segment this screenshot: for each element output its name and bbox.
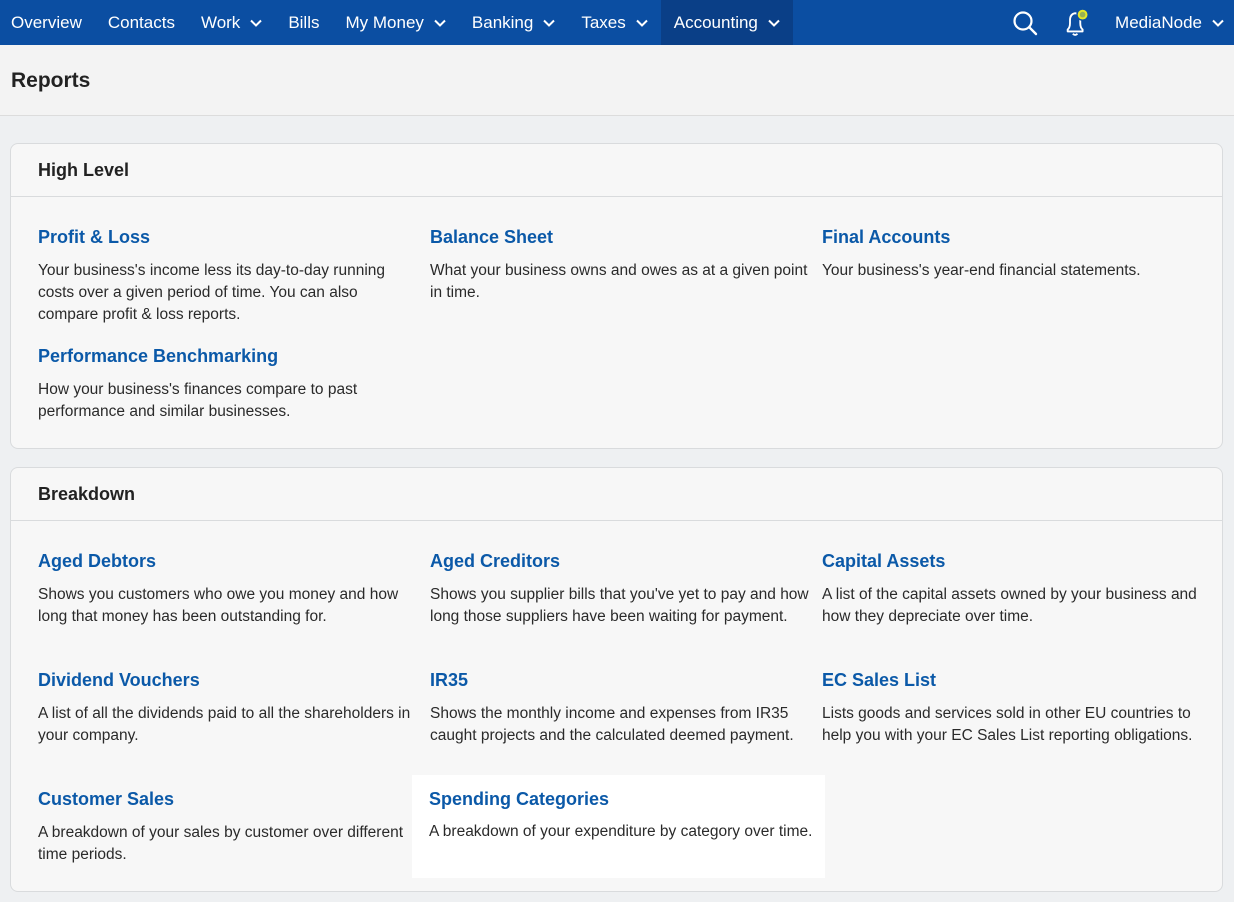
nav-item-label: Work	[200, 12, 241, 32]
account-name: MediaNode	[1115, 12, 1202, 32]
report-aged-creditors: Aged Creditors Shows you supplier bills …	[430, 551, 810, 628]
top-nav: Overview Contacts Work Bills My Money Ba…	[0, 0, 1234, 45]
report-ir35: IR35 Shows the monthly income and expens…	[430, 670, 810, 747]
chevron-down-icon	[1212, 19, 1224, 27]
report-description: A list of the capital assets owned by yo…	[822, 586, 1197, 625]
report-link[interactable]: EC Sales List	[822, 670, 1202, 691]
report-link[interactable]: Aged Debtors	[38, 551, 418, 572]
report-link[interactable]: Final Accounts	[822, 227, 1202, 248]
high-level-card: High Level Profit & Loss Your business's…	[10, 143, 1223, 449]
page-header: Reports	[0, 45, 1234, 116]
report-customer-sales: Customer Sales A breakdown of your sales…	[38, 789, 418, 866]
report-description: A list of all the dividends paid to all …	[38, 705, 411, 744]
report-description: Your business's year-end financial state…	[822, 262, 1141, 279]
chevron-down-icon	[250, 19, 263, 27]
report-capital-assets: Capital Assets A list of the capital ass…	[822, 551, 1202, 628]
nav-item-my-money[interactable]: My Money	[332, 0, 458, 45]
report-spending-categories[interactable]: Spending Categories A breakdown of your …	[412, 775, 825, 878]
report-link[interactable]: IR35	[430, 670, 810, 691]
nav-item-banking[interactable]: Banking	[459, 0, 568, 45]
report-description: Lists goods and services sold in other E…	[822, 705, 1193, 744]
report-description: Shows you supplier bills that you've yet…	[430, 586, 809, 625]
report-balance-sheet: Balance Sheet What your business owns an…	[430, 227, 810, 304]
nav-item-contacts[interactable]: Contacts	[95, 0, 188, 45]
nav-items: Overview Contacts Work Bills My Money Ba…	[0, 0, 793, 45]
report-aged-debtors: Aged Debtors Shows you customers who owe…	[38, 551, 418, 628]
report-link[interactable]: Customer Sales	[38, 789, 418, 810]
chevron-down-icon	[768, 19, 780, 27]
notifications-button[interactable]	[1063, 7, 1091, 37]
page-title: Reports	[11, 69, 91, 92]
report-link[interactable]: Dividend Vouchers	[38, 670, 418, 691]
search-icon	[1013, 10, 1038, 35]
nav-item-overview[interactable]: Overview	[0, 0, 95, 45]
report-description: How your business's finances compare to …	[38, 381, 358, 420]
chevron-down-icon	[434, 19, 446, 27]
report-description: Your business's income less its day-to-d…	[38, 262, 386, 323]
report-link[interactable]: Spending Categories	[429, 789, 609, 810]
nav-item-label: Contacts	[107, 12, 175, 32]
nav-item-label: Bills	[288, 12, 320, 32]
nav-item-taxes[interactable]: Taxes	[568, 0, 660, 45]
account-menu[interactable]: MediaNode	[1115, 13, 1224, 33]
nav-actions: MediaNode	[1011, 0, 1234, 45]
report-description: Shows the monthly income and expenses fr…	[430, 705, 794, 744]
nav-item-label: Overview	[11, 12, 82, 32]
report-description: Shows you customers who owe you money an…	[38, 586, 399, 625]
bell-icon	[1066, 7, 1089, 36]
report-link[interactable]: Profit & Loss	[38, 227, 418, 248]
report-performance-benchmarking: Performance Benchmarking How your busine…	[38, 346, 418, 423]
report-description: A breakdown of your expenditure by categ…	[429, 823, 813, 840]
chevron-down-icon	[543, 19, 556, 27]
report-link[interactable]: Balance Sheet	[430, 227, 810, 248]
report-dividend-vouchers: Dividend Vouchers A list of all the divi…	[38, 670, 418, 747]
nav-item-label: My Money	[345, 12, 424, 32]
chevron-down-icon	[636, 19, 648, 27]
report-link[interactable]: Capital Assets	[822, 551, 1202, 572]
nav-item-accounting[interactable]: Accounting	[660, 0, 793, 45]
report-description: What your business owns and owes as at a…	[430, 262, 808, 301]
nav-item-label: Accounting	[673, 12, 758, 32]
nav-item-label: Taxes	[581, 12, 626, 32]
report-profit-loss: Profit & Loss Your business's income les…	[38, 227, 418, 326]
report-final-accounts: Final Accounts Your business's year-end …	[822, 227, 1202, 282]
section-title: Breakdown	[11, 468, 1222, 521]
report-link[interactable]: Performance Benchmarking	[38, 346, 418, 367]
nav-item-bills[interactable]: Bills	[275, 0, 332, 45]
report-link[interactable]: Aged Creditors	[430, 551, 810, 572]
search-button[interactable]	[1011, 9, 1039, 37]
nav-item-label: Banking	[471, 12, 534, 32]
nav-item-work[interactable]: Work	[188, 0, 275, 45]
report-description: A breakdown of your sales by customer ov…	[38, 824, 404, 863]
section-title: High Level	[11, 144, 1222, 197]
report-ec-sales-list: EC Sales List Lists goods and services s…	[822, 670, 1202, 747]
